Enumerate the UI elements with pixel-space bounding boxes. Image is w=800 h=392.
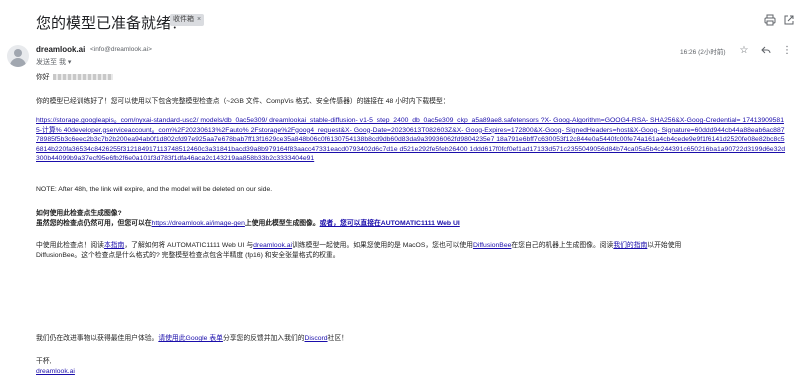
p3-text-1: 中使用此检查点！阅读	[36, 242, 104, 249]
label-text: 收件箱	[173, 16, 194, 23]
diffusionbee-link[interactable]: DiffusionBee	[473, 242, 511, 249]
how-to-middle: 上使用此模型生成图像。	[244, 220, 320, 227]
feedback-text-3: 社区！	[327, 335, 348, 342]
usage-paragraph-line2: DiffusionBee。这个检查点是什么格式的? 完整模型检查点包含半精度 (…	[36, 252, 340, 259]
sender-name[interactable]: dreamlook.ai	[36, 45, 85, 54]
more-options-icon[interactable]: ⋮	[781, 45, 793, 57]
model-download-link[interactable]: https://storage.googleapis。com/nyxai-sta…	[36, 116, 786, 164]
p3-text-2: ，了解如何将 AUTOMATIC1111 Web UI 与	[124, 242, 254, 249]
how-to-heading: 如何使用此检查点生成图像?	[36, 210, 122, 217]
google-form-link[interactable]: 请使用此Google 表单	[158, 335, 223, 342]
p3-text-4: 在您自己的机器上生成图像。阅读	[511, 242, 614, 249]
sender-avatar	[7, 45, 29, 67]
redacted-name	[52, 74, 113, 81]
recipient-line[interactable]: 发送至 我 ▾	[36, 57, 71, 67]
intro-text: 你的模型已经训练好了！您可以使用以下包含完整模型检查点（~2GB 文件、Comp…	[36, 98, 450, 105]
greeting-text: 你好	[36, 74, 50, 81]
feedback-paragraph: 我们仍在改进事物以获得最佳用户体验。请使用此Google 表单分享您的反馈并加入…	[36, 334, 348, 344]
how-to-prefix: 虽然您的检查点仍然可用，但您可以在	[36, 220, 152, 227]
feedback-text-2: 分享您的反馈并加入我们的	[222, 335, 305, 342]
message-time: 16:26 (2小时前)	[680, 49, 726, 56]
p3-text-3: 训练模型一起使用。如果您使用的是 MacOS，您也可以使用	[292, 242, 473, 249]
open-in-new-icon[interactable]	[782, 14, 796, 28]
inbox-label-chip[interactable]: 收件箱 ×	[170, 14, 205, 26]
remove-label-icon[interactable]: ×	[197, 16, 201, 23]
usage-paragraph-line1: 中使用此检查点！阅读本指南，了解如何将 AUTOMATIC1111 Web UI…	[36, 241, 681, 251]
how-to-paragraph: 虽然您的检查点仍然可用，但您可以在https://dreamlook.ai/im…	[36, 219, 460, 229]
our-guide-link[interactable]: 我们的指南	[613, 242, 647, 249]
expiry-note: NOTE: After 48h, the link will expire, a…	[36, 186, 273, 193]
signoff: 干杯,	[36, 358, 52, 365]
image-gen-link[interactable]: https://dreamlook.ai/image-gen	[152, 220, 245, 227]
reply-icon[interactable]	[760, 45, 772, 57]
automatic1111-link[interactable]: 或者，您可以直接在AUTOMATIC1111 Web UI	[320, 220, 460, 227]
p3-text-5: 以开始使用	[647, 242, 682, 249]
printer-icon[interactable]	[763, 14, 777, 28]
signature-link[interactable]: dreamlook.ai	[36, 367, 75, 377]
email-subject: 您的模型已准备就绪！	[36, 15, 187, 32]
discord-link[interactable]: Discord	[305, 335, 328, 342]
sender-email: <info@dreamlook.ai>	[90, 46, 152, 53]
star-icon[interactable]: ☆	[738, 45, 750, 57]
guide-link[interactable]: 本指南	[104, 242, 124, 249]
feedback-text-1: 我们仍在改进事物以获得最佳用户体验。	[36, 335, 159, 342]
dreamlook-link[interactable]: dreamlook.ai	[253, 242, 292, 249]
greeting: 你好	[36, 73, 113, 83]
